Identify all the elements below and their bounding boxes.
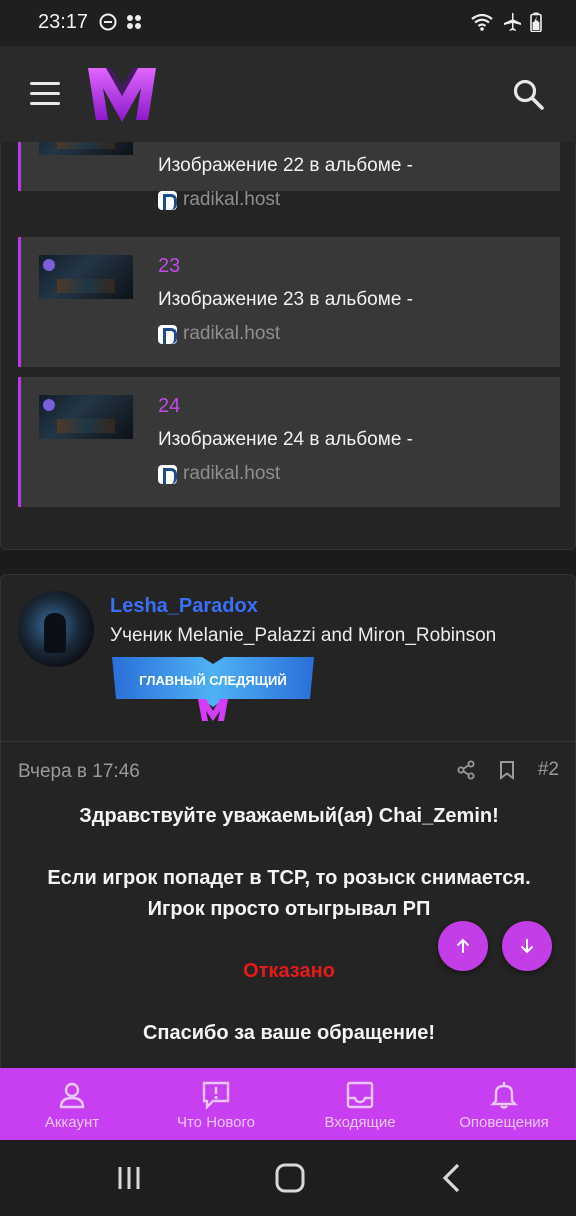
status-bar: 23:17 (0, 0, 576, 46)
status-time: 23:17 (38, 11, 89, 33)
image-embed-22[interactable]: Изображение 22 в альбоме - radikal.host (18, 142, 560, 210)
image-embed-24[interactable]: 24 Изображение 24 в альбоме - radikal.ho… (18, 377, 560, 507)
do-not-disturb-icon (99, 13, 117, 31)
embed-source-label: radikal.host (183, 323, 281, 344)
bell-icon (490, 1082, 518, 1109)
nav-whats-new[interactable]: Что Нового (144, 1068, 288, 1140)
avatar[interactable] (18, 591, 94, 667)
embed-source: radikal.host (158, 189, 280, 211)
notification-dots-icon (127, 15, 141, 29)
body-line: Если игрок попадет в ТСР, то розыск сним… (47, 867, 531, 889)
nav-inbox[interactable]: Входящие (288, 1068, 432, 1140)
embed-title: Изображение 22 в альбоме - (158, 155, 413, 176)
embed-source-label: radikal.host (183, 189, 281, 210)
recent-apps-icon[interactable] (116, 1164, 144, 1192)
app-bar (0, 46, 576, 142)
battery-icon (530, 12, 542, 32)
image-embed-23[interactable]: 23 Изображение 23 в альбоме - radikal.ho… (18, 237, 560, 367)
embed-title: Изображение 23 в альбоме - (158, 289, 413, 310)
nav-account[interactable]: Аккаунт (0, 1068, 144, 1140)
post-date[interactable]: Вчера в 17:46 (18, 761, 140, 783)
post-divider (1, 741, 576, 742)
embed-number: 24 (158, 395, 181, 417)
embed-thumbnail (39, 142, 133, 155)
embed-source-label: radikal.host (183, 463, 281, 484)
nav-label: Аккаунт (44, 1114, 100, 1131)
radikal-favicon-icon (158, 464, 177, 484)
embed-thumbnail (39, 395, 133, 439)
airplane-mode-icon (504, 13, 521, 31)
post-author-link[interactable]: Lesha_Paradox (110, 595, 258, 618)
arrow-down-icon (520, 939, 534, 954)
arrow-up-icon (456, 938, 470, 953)
hamburger-menu-button[interactable] (30, 82, 62, 106)
back-icon[interactable] (440, 1162, 464, 1194)
post-body: Здравствуйте уважаемый(ая) Chai_Zemin! Е… (1, 801, 576, 1049)
bookmark-icon[interactable] (498, 760, 516, 780)
post-actions: #2 (456, 759, 559, 781)
search-icon[interactable] (512, 78, 546, 112)
nav-label: Что Нового (176, 1114, 255, 1131)
scroll-down-button[interactable] (502, 921, 552, 971)
embed-source: radikal.host (158, 463, 280, 485)
radikal-favicon-icon (158, 324, 177, 344)
menu-line (30, 92, 60, 95)
account-icon (59, 1082, 85, 1109)
share-icon[interactable] (456, 760, 476, 780)
embed-title: Изображение 24 в альбоме - (158, 429, 413, 450)
body-line: Игрок просто отыгрывал РП (147, 898, 431, 920)
embed-thumbnail (39, 255, 133, 299)
embed-number: 23 (158, 255, 181, 277)
nav-label: Оповещения (459, 1114, 549, 1131)
scroll-up-button[interactable] (438, 921, 488, 971)
user-title: Ученик Melanie_Palazzi and Miron_Robinso… (110, 625, 497, 646)
post-number-link[interactable]: #2 (538, 759, 559, 781)
bottom-navigation: Аккаунт Что Нового Входящие Оповещения (0, 1068, 576, 1140)
embed-source: radikal.host (158, 323, 280, 345)
system-navigation-bar (0, 1140, 576, 1216)
thanks-text: Спасибо за ваше обращение! (142, 1022, 436, 1044)
greeting-text: Здравствуйте уважаемый(ая) Chai_Zemin! (79, 805, 499, 827)
status-right-icons (470, 12, 542, 32)
status-left-icons (98, 12, 144, 32)
forum-logo[interactable] (86, 64, 158, 124)
menu-line (30, 82, 60, 85)
content-area[interactable]: Изображение 22 в альбоме - radikal.host … (0, 142, 576, 1068)
reply-post: Lesha_Paradox Ученик Melanie_Palazzi and… (0, 574, 576, 1068)
banner-text: ГЛАВНЫЙ СЛЕДЯЩИЙ (139, 673, 286, 688)
radikal-favicon-icon (158, 190, 177, 210)
previous-post: Изображение 22 в альбоме - radikal.host … (0, 142, 576, 550)
home-icon[interactable] (274, 1162, 306, 1194)
nav-label: Входящие (324, 1114, 396, 1131)
verdict-text: Отказано (243, 960, 335, 982)
menu-line (30, 102, 60, 105)
whats-new-icon (202, 1081, 230, 1110)
wifi-icon (471, 13, 493, 31)
nav-notifications[interactable]: Оповещения (432, 1068, 576, 1140)
user-banner: ГЛАВНЫЙ СЛЕДЯЩИЙ (112, 657, 314, 721)
inbox-icon (346, 1081, 374, 1109)
